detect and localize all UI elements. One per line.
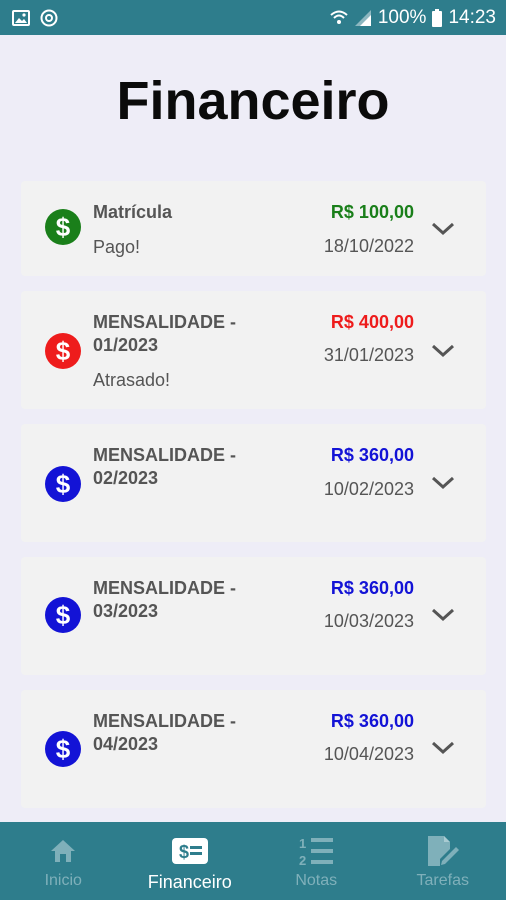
status-bar: 100% 14:23 xyxy=(0,0,506,35)
payment-card[interactable]: $ MENSALIDADE - 02/2023 R$ 360,00 10/02/… xyxy=(21,424,486,542)
signal-icon xyxy=(354,9,372,27)
svg-text:1: 1 xyxy=(299,836,306,851)
svg-text:2: 2 xyxy=(299,853,306,867)
chevron-down-icon[interactable] xyxy=(430,221,456,237)
battery-level: 100% xyxy=(377,6,427,28)
payment-title: MENSALIDADE - 03/2023 xyxy=(93,578,236,621)
payment-amount: R$ 360,00 xyxy=(330,711,414,731)
nav-item-inicio[interactable]: Inicio xyxy=(0,822,127,900)
dollar-icon: $ xyxy=(45,731,81,767)
edit-document-icon xyxy=(426,834,460,868)
sync-notification-icon xyxy=(40,9,58,27)
dollar-icon: $ xyxy=(45,333,81,369)
payment-amount: R$ 360,00 xyxy=(330,445,414,465)
clock: 14:23 xyxy=(448,6,496,28)
dollar-icon: $ xyxy=(45,466,81,502)
nav-item-tarefas[interactable]: Tarefas xyxy=(380,822,506,900)
payment-due-date: 31/01/2023 xyxy=(323,345,414,365)
payment-due-date: 10/04/2023 xyxy=(323,744,414,764)
payment-card[interactable]: $ MENSALIDADE - 03/2023 R$ 360,00 10/03/… xyxy=(21,557,486,675)
nav-item-financeiro[interactable]: $ Financeiro xyxy=(127,822,254,900)
payment-due-date: 18/10/2022 xyxy=(323,236,414,256)
payment-title: MENSALIDADE - 04/2023 xyxy=(93,711,236,754)
payment-due-date: 10/02/2023 xyxy=(323,479,414,499)
battery-icon xyxy=(432,8,443,27)
home-icon xyxy=(49,834,77,868)
dollar-icon: $ xyxy=(45,597,81,633)
numbered-list-icon: 12 xyxy=(299,834,334,868)
chevron-down-icon[interactable] xyxy=(430,740,456,756)
payment-status: Atrasado! xyxy=(93,370,171,390)
nav-label: Notas xyxy=(295,872,338,889)
svg-text:$: $ xyxy=(179,842,189,862)
payment-title: MENSALIDADE - 01/2023 xyxy=(93,312,236,355)
payment-card[interactable]: $ MENSALIDADE - 01/2023 Atrasado! R$ 400… xyxy=(21,291,486,409)
payment-title: Matrícula xyxy=(93,202,173,222)
nav-label: Tarefas xyxy=(416,872,469,889)
payment-amount: R$ 400,00 xyxy=(330,312,414,332)
bottom-navigation: Inicio $ Financeiro 12 Notas Tarefas xyxy=(0,822,506,900)
money-card-icon: $ xyxy=(171,834,208,868)
chevron-down-icon[interactable] xyxy=(430,343,456,359)
payment-due-date: 10/03/2023 xyxy=(323,611,414,631)
payment-card[interactable]: $ Matrícula Pago! R$ 100,00 18/10/2022 xyxy=(21,181,486,276)
page-title: Financeiro xyxy=(116,71,390,131)
payment-title: MENSALIDADE - 02/2023 xyxy=(93,445,236,488)
nav-item-notas[interactable]: 12 Notas xyxy=(253,822,380,900)
nav-label: Financeiro xyxy=(147,872,232,892)
payment-card[interactable]: $ MENSALIDADE - 04/2023 R$ 360,00 10/04/… xyxy=(21,690,486,808)
nav-label: Inicio xyxy=(44,872,82,889)
chevron-down-icon[interactable] xyxy=(430,475,456,491)
chevron-down-icon[interactable] xyxy=(430,607,456,623)
payment-amount: R$ 360,00 xyxy=(330,578,414,598)
payment-status: Pago! xyxy=(93,237,141,257)
wifi-icon xyxy=(330,10,348,26)
payment-amount: R$ 100,00 xyxy=(330,202,414,222)
dollar-icon: $ xyxy=(45,209,81,245)
image-notification-icon xyxy=(12,9,30,26)
